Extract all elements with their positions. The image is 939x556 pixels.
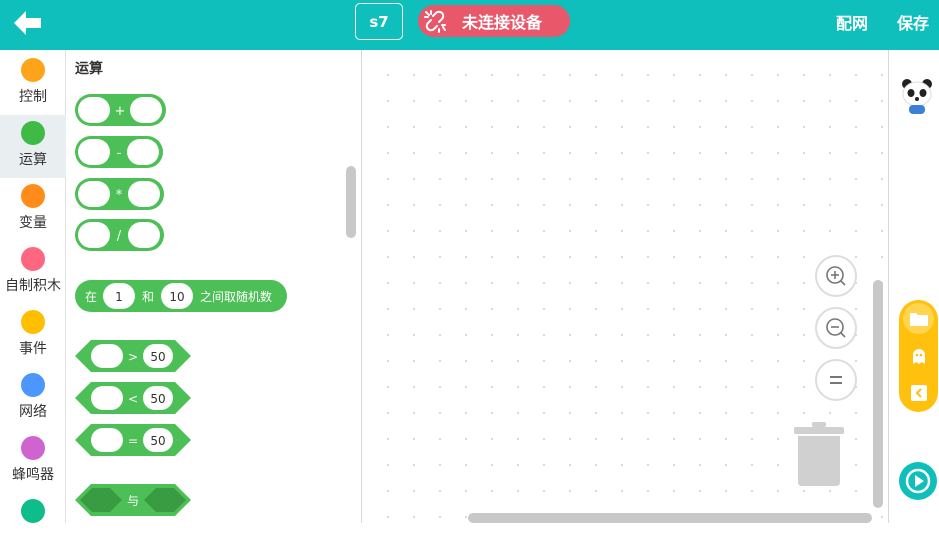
category-label: 事件 xyxy=(19,341,47,357)
category-label: 变量 xyxy=(19,215,47,231)
network-config-button[interactable]: 配网 xyxy=(836,10,868,34)
zoom-reset-icon xyxy=(830,376,842,384)
category-operators[interactable]: 运算 xyxy=(0,115,66,178)
operator-label: < xyxy=(128,392,138,406)
ghost-icon xyxy=(912,348,925,364)
random-prefix: 在 xyxy=(85,290,97,304)
category-more[interactable] xyxy=(0,493,66,556)
operator-label: > xyxy=(128,350,138,364)
random-from-value[interactable]: 1 xyxy=(115,290,123,304)
zoom-in-icon xyxy=(826,266,846,286)
add-block[interactable]: + xyxy=(75,94,166,126)
folder-icon xyxy=(909,312,928,326)
connection-status-label: 未连接设备 xyxy=(462,13,543,32)
tools-panel xyxy=(899,300,938,412)
category-label: 自制积木 xyxy=(5,278,61,294)
zoom-in-button[interactable] xyxy=(815,255,857,297)
and-block[interactable]: 与 xyxy=(75,484,191,516)
category-label: 网络 xyxy=(19,404,47,420)
zoom-reset-button[interactable] xyxy=(815,359,857,401)
save-button[interactable]: 保存 xyxy=(897,10,929,34)
collapse-button[interactable] xyxy=(903,377,934,408)
category-control[interactable]: 控制 xyxy=(0,52,66,115)
compare-value[interactable]: 50 xyxy=(150,350,165,364)
trash-icon[interactable] xyxy=(792,420,846,490)
play-icon xyxy=(905,468,931,494)
multiply-block[interactable]: * xyxy=(75,178,164,210)
logic-and-label: 与 xyxy=(127,494,139,508)
category-dot xyxy=(21,184,45,208)
category-dot xyxy=(21,247,45,271)
operator-label: / xyxy=(117,229,122,244)
operator-label: + xyxy=(115,104,126,119)
random-suffix: 之间取随机数 xyxy=(200,289,272,304)
category-sidebar: 控制 运算 变量 自制积木 事件 网络 蜂鸣器 xyxy=(0,50,66,523)
category-dot xyxy=(21,121,45,145)
category-dot xyxy=(21,373,45,397)
category-label: 运算 xyxy=(19,152,47,168)
category-events[interactable]: 事件 xyxy=(0,304,66,367)
zoom-out-button[interactable] xyxy=(815,307,857,349)
equals-block[interactable]: = 50 xyxy=(75,424,191,456)
category-dot xyxy=(21,436,45,460)
run-button[interactable] xyxy=(899,462,937,500)
random-middle: 和 xyxy=(142,290,154,304)
category-my-blocks[interactable]: 自制积木 xyxy=(0,241,66,304)
right-sidebar xyxy=(888,50,939,523)
device-name-button[interactable]: s7 xyxy=(355,3,403,40)
workspace-vertical-scrollbar[interactable] xyxy=(873,280,883,508)
divide-block[interactable]: / xyxy=(75,219,164,251)
operator-label: - xyxy=(117,146,122,161)
compare-value[interactable]: 50 xyxy=(150,392,165,406)
random-block[interactable]: 在 1 和 10 之间取随机数 xyxy=(75,280,287,312)
connection-status-button[interactable]: 未连接设备 xyxy=(418,5,570,37)
panda-avatar-icon[interactable] xyxy=(899,76,935,116)
category-dot xyxy=(21,58,45,82)
category-buzzer[interactable]: 蜂鸣器 xyxy=(0,430,66,493)
block-palette: 运算 + - * / 在 1 和 10 之间取随机数 > 50 < 50 = 5… xyxy=(66,50,362,523)
category-dot xyxy=(21,499,45,523)
folder-button[interactable] xyxy=(903,303,934,334)
palette-scrollbar[interactable] xyxy=(346,166,356,238)
code-workspace[interactable] xyxy=(363,50,888,523)
compare-value[interactable]: 50 xyxy=(150,434,165,448)
subtract-block[interactable]: - xyxy=(75,136,163,168)
collapse-left-icon xyxy=(910,384,927,401)
unlinked-icon xyxy=(424,10,446,33)
category-label: 蜂鸣器 xyxy=(12,467,54,483)
back-arrow-icon[interactable] xyxy=(10,6,44,40)
top-bar: s7 未连接设备 配网 保存 xyxy=(0,0,939,50)
random-to-value[interactable]: 10 xyxy=(169,290,184,304)
category-label: 控制 xyxy=(19,89,47,105)
workspace-horizontal-scrollbar[interactable] xyxy=(468,513,872,523)
operator-label: * xyxy=(116,188,123,203)
category-dot xyxy=(21,310,45,334)
operator-label: = xyxy=(128,434,138,448)
category-network[interactable]: 网络 xyxy=(0,367,66,430)
category-variables[interactable]: 变量 xyxy=(0,178,66,241)
less-than-block[interactable]: < 50 xyxy=(75,382,191,414)
zoom-out-icon xyxy=(826,318,846,338)
greater-than-block[interactable]: > 50 xyxy=(75,340,191,372)
ghost-button[interactable] xyxy=(903,340,934,371)
